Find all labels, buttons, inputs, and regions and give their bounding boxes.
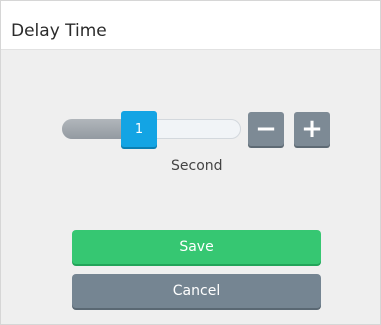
dialog-title: Delay Time (11, 21, 107, 41)
slider-thumb[interactable]: 1 (121, 111, 157, 147)
decrement-button[interactable]: − (248, 112, 284, 146)
dialog-header: Delay Time (1, 1, 380, 50)
save-button[interactable]: Save (72, 230, 321, 264)
delay-time-dialog: Delay Time 1 − + Second Save Cancel (0, 0, 381, 325)
increment-button[interactable]: + (294, 112, 330, 146)
cancel-button[interactable]: Cancel (72, 274, 321, 308)
unit-label: Second (171, 158, 223, 174)
delay-slider[interactable]: 1 (62, 111, 241, 147)
